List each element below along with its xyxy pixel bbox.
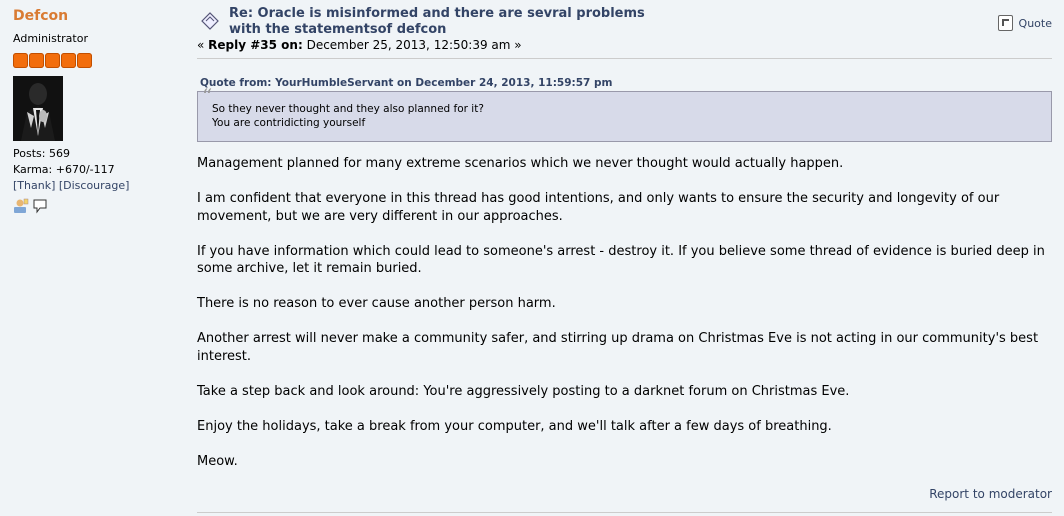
star-icon bbox=[77, 53, 92, 68]
post-paragraph: If you have information which could lead… bbox=[197, 243, 1045, 277]
quote-button-label: Quote bbox=[1018, 16, 1052, 30]
reply-number: Reply #35 on: bbox=[208, 38, 303, 52]
discourage-link[interactable]: [Discourage] bbox=[59, 179, 130, 192]
star-icon bbox=[61, 53, 76, 68]
post-paragraph: There is no reason to ever cause another… bbox=[197, 296, 556, 311]
reply-prefix: « bbox=[197, 38, 209, 52]
report-to-moderator-link[interactable]: Report to moderator bbox=[929, 487, 1052, 501]
poster-icons bbox=[13, 198, 183, 217]
quote-line-1: So they never thought and they also plan… bbox=[212, 103, 484, 115]
post-paragraph: Meow. bbox=[197, 453, 238, 469]
avatar bbox=[13, 76, 63, 141]
post-paragraph: Another arrest will never make a communi… bbox=[197, 331, 1039, 364]
post-paragraph: I am confident that everyone in this thr… bbox=[197, 191, 1000, 224]
thank-link[interactable]: [Thank] bbox=[13, 179, 55, 192]
post-paragraph: Take a step back and look around: You're… bbox=[197, 383, 850, 399]
subject-line-1: Re: Oracle is misinformed and there are … bbox=[229, 6, 645, 21]
personal-message-icon[interactable] bbox=[32, 198, 48, 217]
poster-info: Defcon Administrator Posts: 569 Karma: +… bbox=[13, 6, 183, 217]
star-icon bbox=[13, 53, 28, 68]
post-body: Management planned for many extreme scen… bbox=[197, 155, 1052, 470]
post: Re: Oracle is misinformed and there are … bbox=[197, 0, 1052, 488]
subject-line-2: with the statementsof defcon bbox=[229, 22, 447, 37]
quote-header: Quote from: YourHumbleServant on Decembe… bbox=[197, 77, 1052, 92]
rank-stars bbox=[13, 53, 183, 68]
quote-body: “ So they never thought and they also pl… bbox=[197, 84, 1052, 142]
karma: Karma: +670/-117 bbox=[13, 163, 115, 176]
star-icon bbox=[45, 53, 60, 68]
post-paragraph: Management planned for many extreme scen… bbox=[197, 156, 844, 171]
reply-info: « Reply #35 on: December 25, 2013, 12:50… bbox=[197, 38, 522, 52]
profile-icon[interactable] bbox=[13, 198, 29, 217]
quote-icon bbox=[997, 15, 1013, 31]
quote-source-link[interactable]: Quote from: YourHumbleServant on Decembe… bbox=[200, 77, 612, 89]
post-paragraph: Enjoy the holidays, take a break from yo… bbox=[197, 418, 832, 434]
post-subject-link[interactable]: Re: Oracle is misinformed and there are … bbox=[229, 6, 645, 38]
post-header: Re: Oracle is misinformed and there are … bbox=[197, 0, 1052, 59]
quote-button[interactable]: Quote bbox=[997, 15, 1052, 31]
quote-mark-icon: “ bbox=[202, 84, 213, 108]
poster-name-link[interactable]: Defcon bbox=[13, 6, 183, 26]
quote-line-2: You are contridicting yourself bbox=[212, 117, 366, 129]
post-count: Posts: 569 bbox=[13, 147, 70, 160]
reply-date: December 25, 2013, 12:50:39 am » bbox=[302, 38, 522, 52]
post-divider bbox=[197, 512, 1052, 513]
post-xx-icon bbox=[199, 10, 221, 32]
poster-stats: Posts: 569 Karma: +670/-117 [Thank] [Dis… bbox=[13, 146, 183, 194]
poster-group: Administrator bbox=[13, 32, 88, 45]
star-icon bbox=[29, 53, 44, 68]
